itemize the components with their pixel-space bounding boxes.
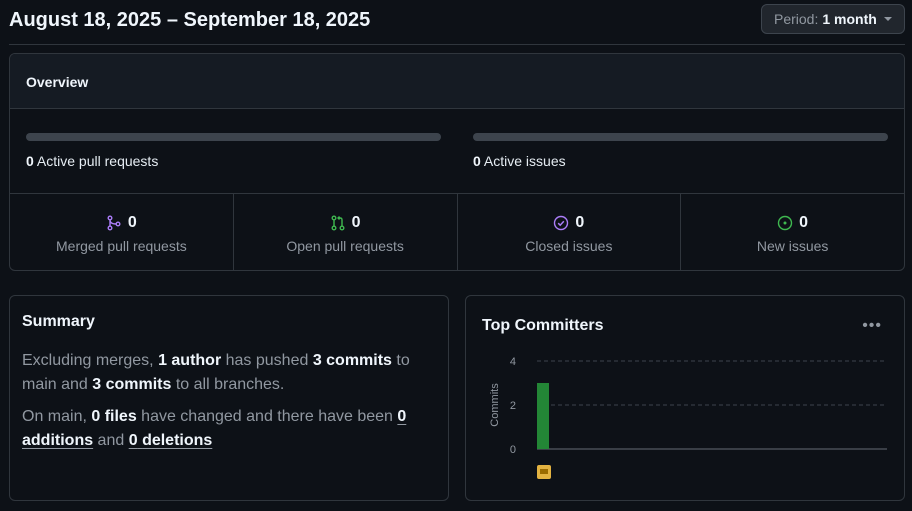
overview-stats: 0 Merged pull requests 0 Open pull reque…	[10, 194, 904, 270]
files-changed-count: 0 files	[91, 408, 137, 425]
deletions-link[interactable]: 0 deletions	[129, 432, 213, 449]
issue-opened-icon	[777, 215, 793, 231]
deletions-word: deletions	[142, 432, 213, 449]
stat-open-prs[interactable]: 0 Open pull requests	[234, 194, 458, 270]
y-tick-label: 0	[510, 444, 516, 456]
active-issues-text: Active issues	[483, 153, 566, 169]
new-issues-count: 0	[799, 214, 809, 231]
date-range-title: August 18, 2025 – September 18, 2025	[9, 9, 371, 31]
period-header: August 18, 2025 – September 18, 2025 Per…	[9, 0, 905, 45]
additions-word: additions	[22, 432, 94, 449]
closed-issues-label: Closed issues	[525, 238, 613, 254]
active-issues-count: 0	[473, 153, 481, 169]
overview-panel: Overview 0 Active pull requests 0 Active…	[9, 53, 905, 271]
all-commits-count: 3 commits	[92, 376, 172, 393]
main-commits-count: 3 commits	[312, 352, 392, 369]
active-pr-bar	[26, 133, 441, 141]
active-pr-label[interactable]: 0 Active pull requests	[26, 153, 158, 169]
top-committers-panel: Top Committers ••• 0 2 4 Commits	[465, 295, 905, 501]
active-issues-label[interactable]: 0 Active issues	[473, 153, 566, 169]
period-prefix: Period:	[774, 11, 819, 27]
overview-title: Overview	[26, 74, 89, 90]
y-tick-label: 2	[510, 400, 516, 412]
summary-commits-text: Excluding merges, 1 author has pushed 3 …	[22, 352, 410, 393]
triangle-down-icon	[884, 17, 892, 21]
summary-panel: Summary Excluding merges, 1 author has p…	[9, 295, 449, 501]
active-issues-bar	[473, 133, 888, 141]
open-prs-label: Open pull requests	[286, 238, 404, 254]
merged-prs-count: 0	[127, 214, 137, 231]
deletions-count: 0	[128, 432, 138, 449]
active-pr-text: Active pull requests	[36, 153, 159, 169]
open-prs-count: 0	[351, 214, 361, 231]
git-pull-request-icon	[331, 215, 345, 231]
merged-prs-label: Merged pull requests	[56, 238, 187, 254]
git-merge-icon	[107, 215, 121, 231]
stat-new-issues[interactable]: 0 New issues	[681, 194, 904, 270]
stat-merged-prs[interactable]: 0 Merged pull requests	[10, 194, 234, 270]
overview-activity-bars: 0 Active pull requests 0 Active issues	[10, 109, 904, 194]
committer-avatar-detail	[540, 469, 548, 474]
authors-count: 1 author	[158, 352, 222, 369]
commit-bar	[537, 383, 549, 449]
period-value: 1 month	[822, 11, 877, 27]
period-select-button[interactable]: Period: 1 month	[761, 4, 905, 34]
additions-count: 0	[397, 408, 407, 425]
closed-issues-count: 0	[575, 214, 585, 231]
y-axis-label: Commits	[489, 383, 501, 427]
new-issues-label: New issues	[756, 238, 829, 254]
overview-header: Overview	[10, 54, 904, 109]
stat-closed-issues[interactable]: 0 Closed issues	[458, 194, 682, 270]
summary-changes-text: On main, 0 files have changed and there …	[22, 408, 407, 449]
commits-chart: 0 2 4 Commits	[489, 356, 887, 479]
summary-title: Summary	[22, 313, 95, 330]
issue-closed-icon	[554, 215, 569, 231]
y-tick-label: 4	[510, 356, 516, 368]
active-pr-count: 0	[26, 153, 34, 169]
